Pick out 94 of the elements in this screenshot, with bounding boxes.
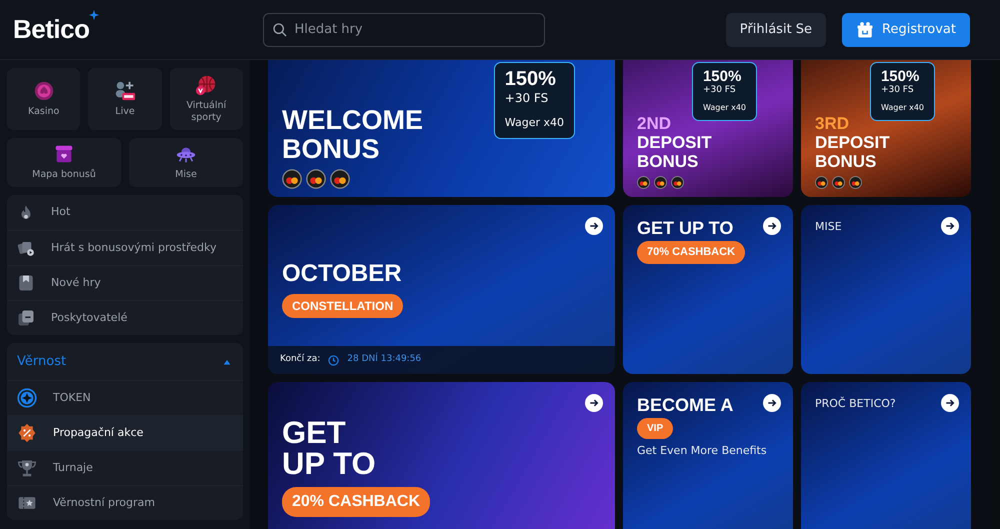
logo[interactable]: Betico — [13, 10, 100, 49]
wager-text: Wager x40 — [504, 115, 564, 131]
promo-tag: VIP — [637, 418, 674, 439]
wager-text: Wager x40 — [880, 102, 924, 114]
clock-icon — [328, 354, 340, 366]
promo-headline: BONUS — [637, 153, 698, 170]
arrow-button[interactable] — [941, 394, 959, 412]
scrollbar[interactable] — [250, 60, 260, 529]
category-tile[interactable]: Mapa bonusů — [7, 138, 121, 187]
arrow-right-icon — [767, 221, 777, 231]
sidebar-item[interactable]: Hrát s bonusovými prostředky — [7, 230, 243, 265]
promo-headline: OCTOBER — [282, 262, 402, 286]
category-tile[interactable]: Kasino — [7, 68, 80, 130]
sidebar-item[interactable]: Hot — [7, 195, 243, 230]
promo-banner[interactable]: WELCOME BONUS 150% +30 FS Wager x40 — [268, 60, 615, 197]
wager-text: Wager x40 — [702, 102, 746, 114]
caret-up-icon — [221, 358, 233, 366]
bonus-spins: +30 FS — [702, 84, 737, 97]
category-tile[interactable]: Live — [88, 68, 162, 130]
trophy-icon — [17, 458, 37, 478]
scrollbar[interactable] — [990, 60, 1000, 529]
promo-banner[interactable]: GET UP TO 70% CASHBACK — [623, 205, 793, 374]
promo-caption: MISE — [815, 219, 842, 235]
login-button[interactable]: Přihlásit Se — [726, 12, 826, 46]
register-button[interactable]: Registrovat — [842, 12, 970, 46]
promo-banner[interactable]: 3RD DEPOSIT BONUS 150% +30 FS Wager x40 — [801, 60, 971, 197]
sidebar-item[interactable]: Turnaje — [7, 450, 243, 485]
sidebar-item[interactable]: Věrnostní program — [7, 485, 243, 520]
promo-headline: GET UP TO — [637, 219, 734, 237]
payment-icon — [671, 176, 684, 189]
bonus-amount: 150% — [880, 69, 920, 84]
sidebar-item[interactable]: Propagační akce — [7, 415, 243, 450]
basketball-icon — [195, 74, 218, 96]
arrow-button[interactable] — [585, 394, 603, 412]
arrow-right-icon — [945, 398, 955, 408]
bookmark-card-icon — [17, 274, 35, 292]
payment-icon — [306, 169, 326, 189]
gift-box-icon — [53, 143, 75, 166]
payment-icon — [282, 169, 302, 189]
countdown-label: Končí za: — [280, 353, 320, 366]
promo-tag: 20% CASHBACK — [282, 486, 430, 516]
promo-banner[interactable]: PROČ BETICO? — [801, 382, 971, 529]
sidebar-item[interactable]: Poskytovatelé — [7, 300, 243, 335]
arrow-button[interactable] — [585, 217, 603, 235]
payment-icon — [654, 176, 667, 189]
arrow-button[interactable] — [763, 394, 781, 412]
countdown-value: 28 DNÍ 13:49:56 — [347, 353, 422, 366]
promo-headline: UP TO — [282, 448, 376, 478]
arrow-right-icon — [589, 398, 599, 408]
promo-banner[interactable]: GET UP TO 20% CASHBACK — [268, 382, 615, 529]
bonus-spins: +30 FS — [504, 90, 550, 107]
sidebar-item[interactable]: Nové hry — [7, 265, 243, 300]
promo-headline: 3RD — [815, 115, 850, 132]
live-icon — [114, 80, 136, 102]
sparkle-icon — [89, 10, 100, 20]
bonus-spins: +30 FS — [880, 84, 915, 97]
section-header[interactable]: Věrnost — [7, 343, 243, 380]
promo-subtitle: Get Even More Benefits — [637, 443, 767, 459]
category-tile[interactable]: Virtuální sporty — [170, 68, 243, 130]
bonus-amount: 150% — [504, 69, 557, 89]
promo-headline: BONUS — [815, 153, 876, 170]
promo-banner[interactable]: BECOME A VIP Get Even More Benefits — [623, 382, 793, 529]
payment-icon — [330, 169, 350, 189]
promo-headline: DEPOSIT — [815, 134, 890, 151]
arrow-button[interactable] — [941, 217, 959, 235]
promo-tag: 70% CASHBACK — [637, 241, 746, 264]
promo-headline: WELCOME — [282, 107, 423, 134]
promo-banner[interactable]: OCTOBER CONSTELLATION Končí za: 28 DNÍ 13:49:56 — [268, 205, 615, 374]
promo-tag: CONSTELLATION — [282, 294, 404, 318]
payment-icon — [849, 176, 862, 189]
category-tile[interactable]: Mise — [129, 138, 243, 187]
chip-icon — [32, 80, 55, 102]
bonus-amount: 150% — [702, 69, 742, 84]
cards-play-icon — [17, 239, 35, 257]
stacked-cards-icon — [17, 309, 35, 327]
payment-icon — [832, 176, 845, 189]
arrow-button[interactable] — [763, 217, 781, 235]
gift-icon — [856, 20, 874, 38]
promo-headline: GET — [282, 416, 346, 448]
payment-icon — [815, 176, 828, 189]
percent-badge-icon — [17, 423, 37, 443]
arrow-right-icon — [767, 398, 777, 408]
payment-icon — [637, 176, 650, 189]
promo-caption: PROČ BETICO? — [815, 396, 896, 412]
promo-headline: 2ND — [637, 115, 672, 132]
token-icon — [17, 388, 37, 408]
search-field[interactable]: Hledat hry — [263, 12, 546, 46]
promo-banner[interactable]: MISE — [801, 205, 971, 374]
promo-headline: BONUS — [282, 136, 380, 163]
arrow-right-icon — [945, 221, 955, 231]
promo-headline: BECOME A — [637, 396, 734, 414]
arrow-right-icon — [589, 221, 599, 231]
promo-headline: DEPOSIT — [637, 134, 712, 151]
promo-banner[interactable]: 2ND DEPOSIT BONUS 150% +30 FS Wager x40 — [623, 60, 793, 197]
